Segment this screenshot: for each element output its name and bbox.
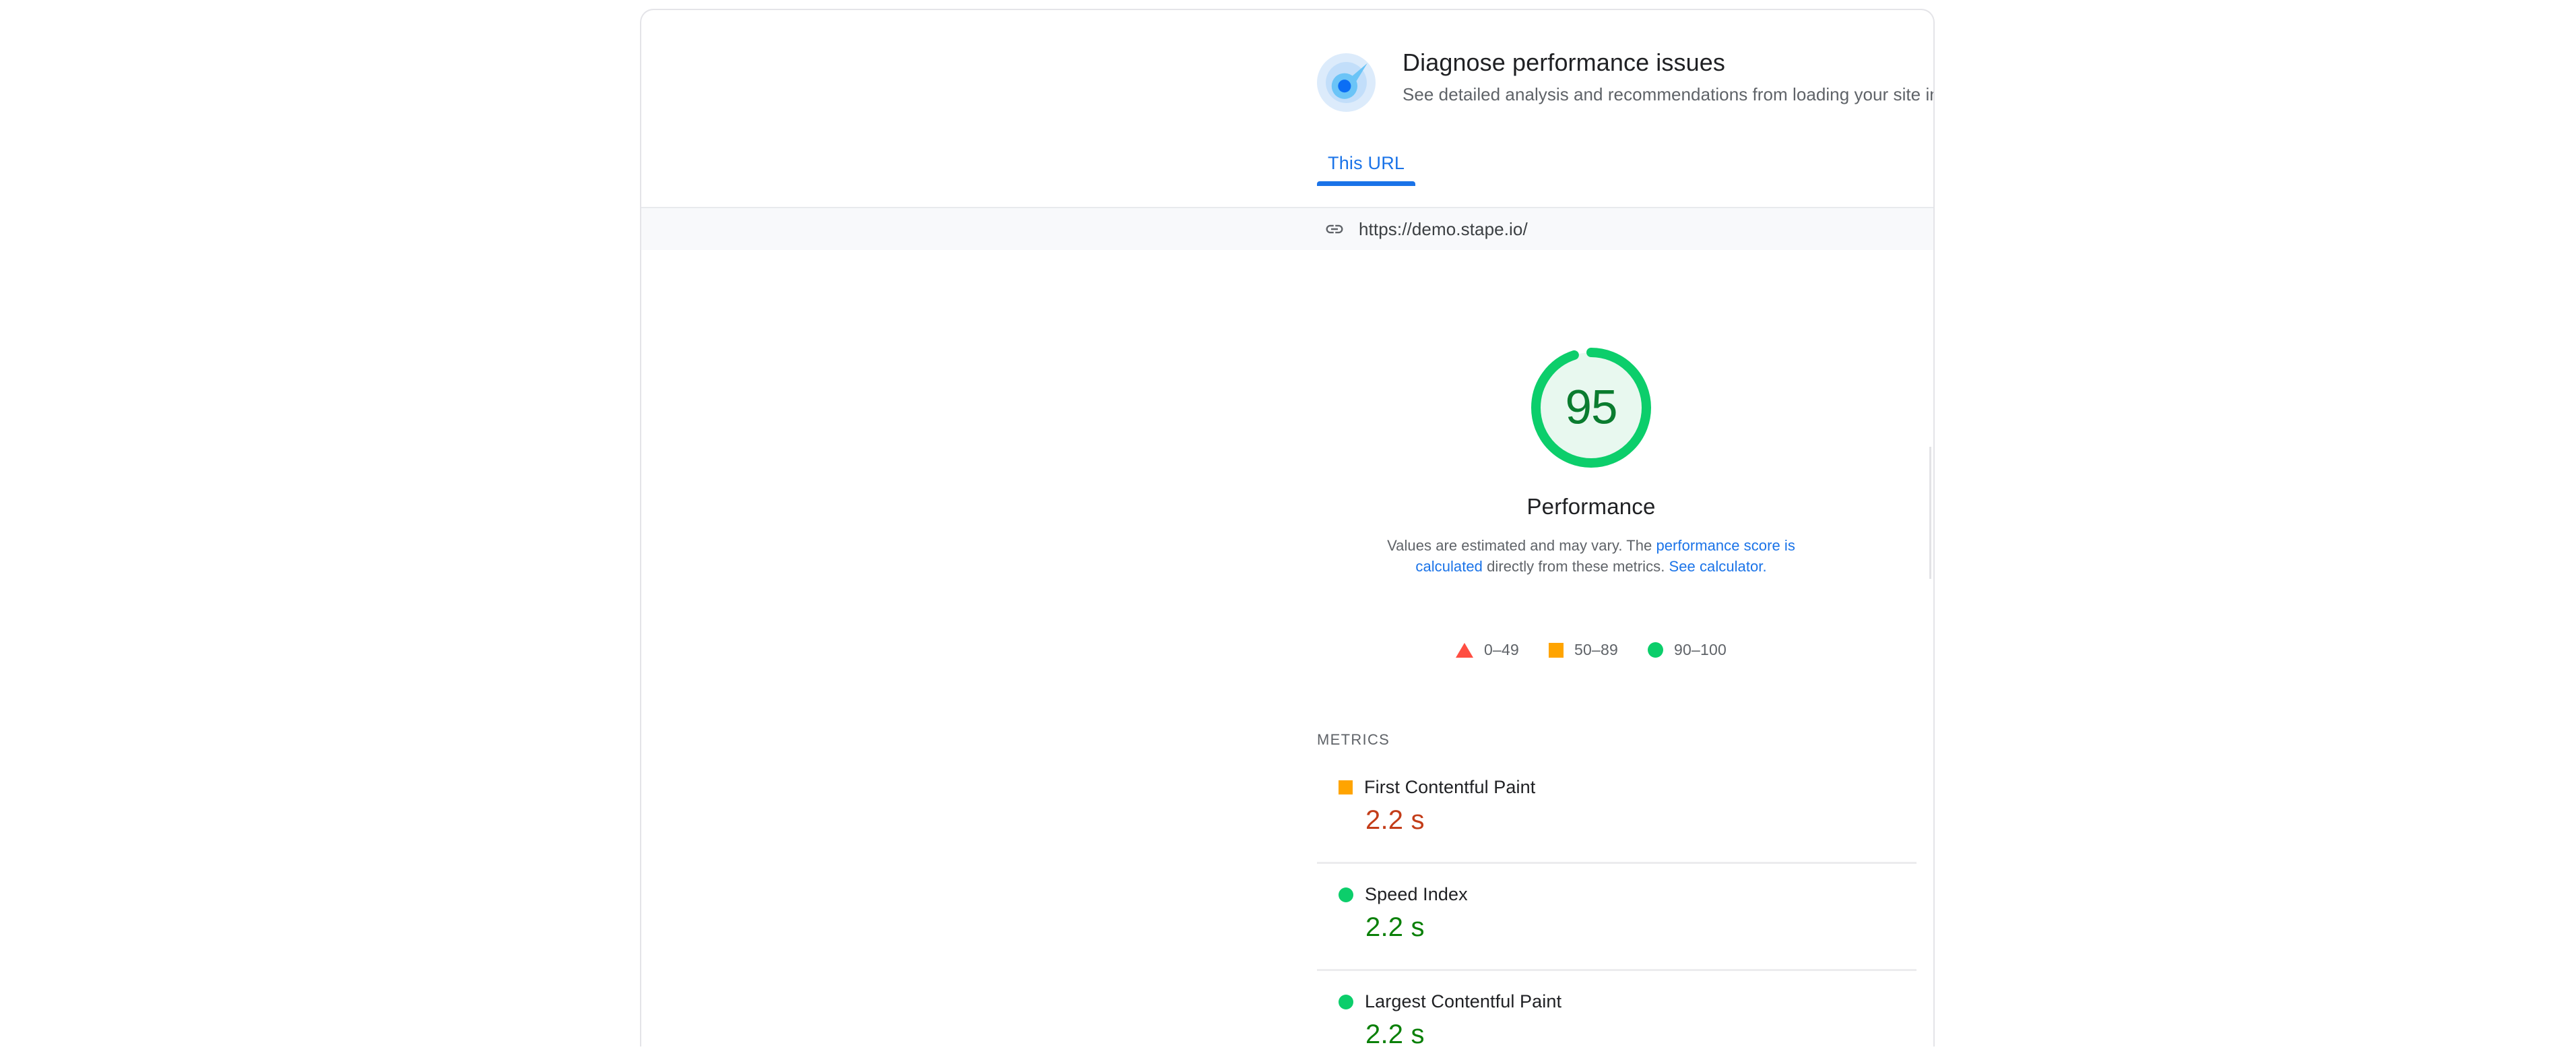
metric-largest-contentful-paint[interactable]: Largest Contentful Paint 2.2 s — [1317, 971, 1917, 1047]
metric-value: 2.2 s — [1365, 912, 1425, 942]
metric-speed-index[interactable]: Speed Index 2.2 s — [1317, 864, 1917, 971]
metric-name: Largest Contentful Paint — [1365, 991, 1562, 1011]
legend-label-average: 50–89 — [1574, 641, 1618, 658]
lighthouse-icon — [1317, 53, 1376, 112]
circle-icon — [1339, 994, 1353, 1009]
legend-label-fail: 0–49 — [1484, 641, 1520, 658]
legend-label-pass: 90–100 — [1673, 641, 1727, 658]
triangle-icon — [1456, 642, 1474, 658]
performance-gauge[interactable]: 95 — [1524, 340, 1659, 475]
see-calculator-link[interactable]: See calculator. — [1669, 558, 1767, 575]
page-subtitle: See detailed analysis and recommendation… — [1403, 84, 1933, 104]
url-bar[interactable]: https://demo.stape.io/ — [641, 208, 1933, 250]
score-block: 95 Performance Values are estimated and … — [1369, 340, 1813, 577]
page-title: Diagnose performance issues — [1403, 49, 1725, 76]
metrics-section-title: METRICS — [1317, 731, 1390, 748]
score-thumbnail-divider — [1929, 447, 1931, 579]
square-icon — [1549, 642, 1564, 658]
legend-item-pass: 90–100 — [1647, 641, 1727, 659]
metric-head: First Contentful Paint — [1339, 777, 1917, 798]
metrics-grid: First Contentful Paint 2.2 s Time to Int… — [1317, 757, 1933, 1047]
metric-name: Speed Index — [1365, 884, 1468, 904]
metric-value: 2.2 s — [1365, 1020, 1425, 1047]
lighthouse-report-card: Diagnose performance issues See detailed… — [640, 9, 1935, 1047]
score-number: 95 — [1565, 381, 1618, 435]
score-note-middle: directly from these metrics. — [1482, 558, 1669, 575]
score-note: Values are estimated and may vary. The p… — [1369, 535, 1813, 577]
metrics-header: METRICS Expand view — [1317, 730, 1933, 749]
card-header: Diagnose performance issues See detailed… — [641, 10, 1933, 145]
metric-value: 2.2 s — [1365, 805, 1425, 835]
score-category-label: Performance — [1526, 494, 1656, 519]
legend-item-fail: 0–49 — [1456, 641, 1519, 659]
tab-this-url[interactable]: This URL — [1317, 153, 1416, 186]
tab-strip: This URL — [1317, 153, 1416, 207]
circle-icon — [1647, 642, 1663, 658]
score-scale-legend: 0–49 50–89 90–100 — [1369, 641, 1813, 659]
url-value: https://demo.stape.io/ — [1359, 218, 1528, 239]
circle-icon — [1339, 887, 1353, 902]
score-note-prefix: Values are estimated and may vary. The — [1387, 537, 1656, 554]
metric-head: Largest Contentful Paint — [1339, 991, 1917, 1012]
square-icon — [1339, 780, 1353, 794]
metric-first-contentful-paint[interactable]: First Contentful Paint 2.2 s — [1317, 757, 1917, 864]
legend-item-average: 50–89 — [1549, 641, 1618, 659]
link-icon — [1326, 224, 1343, 234]
metric-name: First Contentful Paint — [1364, 777, 1536, 797]
metric-head: Speed Index — [1339, 884, 1917, 905]
